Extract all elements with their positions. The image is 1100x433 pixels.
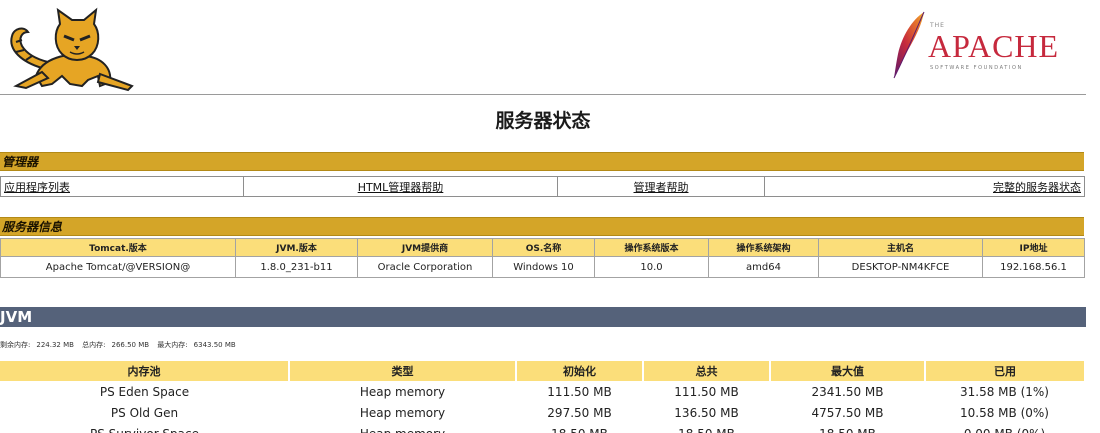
link-complete-server-status[interactable]: 完整的服务器状态 xyxy=(993,181,1081,194)
col-ip-address: IP地址 xyxy=(982,238,1085,257)
table-row: PS Survivor Space Heap memory 18.50 MB 1… xyxy=(0,423,1084,433)
link-manager-help[interactable]: 管理者帮助 xyxy=(634,181,689,194)
pool-used: 0.00 MB (0%) xyxy=(925,423,1084,433)
hostname-value: DESKTOP-NM4KFCE xyxy=(818,256,983,278)
os-version-value: 10.0 xyxy=(594,256,709,278)
col-os-version: 操作系统版本 xyxy=(594,238,709,257)
apache-logo[interactable]: THE APACHE SOFTWARE FOUNDATION xyxy=(886,10,1086,82)
jvm-vendor-value: Oracle Corporation xyxy=(357,256,493,278)
manager-section-header: 管理器 xyxy=(0,152,1084,171)
free-memory-label: 剩余内存: xyxy=(0,341,31,349)
pool-initial: 111.50 MB xyxy=(547,384,612,399)
col-os-arch: 操作系统架构 xyxy=(708,238,819,257)
col-total: 总共 xyxy=(642,361,770,381)
pool-name: PS Old Gen xyxy=(110,405,179,420)
memory-pools-header-row: 内存池 类型 初始化 总共 最大值 已用 xyxy=(0,361,1084,381)
page-header: THE APACHE SOFTWARE FOUNDATION xyxy=(0,0,1086,96)
link-html-manager-help[interactable]: HTML管理器帮助 xyxy=(358,181,444,194)
col-used: 已用 xyxy=(924,361,1084,381)
pool-used: 31.58 MB (1%) xyxy=(960,384,1049,399)
os-name-value: Windows 10 xyxy=(492,256,595,278)
pool-used: 10.58 MB (0%) xyxy=(960,405,1049,420)
free-memory-value: 224.32 MB xyxy=(36,341,74,349)
col-memory-pool: 内存池 xyxy=(0,361,289,381)
col-tomcat-version: Tomcat.版本 xyxy=(0,238,236,257)
pool-max: 2341.50 MB xyxy=(811,384,884,399)
pool-max: 4757.50 MB xyxy=(811,405,884,420)
pool-type: Heap memory xyxy=(359,405,446,420)
pool-name: PS Survivor Space xyxy=(0,423,289,433)
col-jvm-version: JVM.版本 xyxy=(235,238,358,257)
col-jvm-vendor: JVM提供商 xyxy=(357,238,493,257)
max-memory-value: 6343.50 MB xyxy=(193,341,236,349)
server-info-section-header: 服务器信息 xyxy=(0,217,1084,236)
col-type: 类型 xyxy=(288,361,516,381)
header-divider xyxy=(0,94,1086,95)
server-status-page: THE APACHE SOFTWARE FOUNDATION 服务器状态 管理器… xyxy=(0,0,1100,433)
pool-total: 136.50 MB xyxy=(674,405,739,420)
pool-initial: 297.50 MB xyxy=(547,405,612,420)
page-title: 服务器状态 xyxy=(495,110,591,132)
total-memory-label: 总内存: xyxy=(82,341,106,349)
pool-initial: 18.50 MB xyxy=(516,423,643,433)
ip-address-value: 192.168.56.1 xyxy=(982,256,1085,278)
jvm-section-header: JVM xyxy=(0,307,1086,327)
tomcat-logo-icon[interactable] xyxy=(2,6,142,92)
pool-name: PS Eden Space xyxy=(99,384,190,399)
memory-pools-table: 内存池 类型 初始化 总共 最大值 已用 PS Eden Space Heap … xyxy=(0,361,1084,433)
server-info-header-row: Tomcat.版本 JVM.版本 JVM提供商 OS.名称 操作系统版本 操作系… xyxy=(0,238,1085,257)
manager-links-table: 应用程序列表 HTML管理器帮助 管理者帮助 完整的服务器状态 xyxy=(0,176,1085,197)
total-memory-value: 266.50 MB xyxy=(111,341,150,349)
table-row: PS Old Gen Heap memory 297.50 MB 136.50 … xyxy=(0,402,1084,423)
server-info-value-row: Apache Tomcat/@VERSION@ 1.8.0_231-b11 Or… xyxy=(0,256,1085,278)
pool-total: 18.50 MB xyxy=(643,423,770,433)
os-arch-value: amd64 xyxy=(708,256,819,278)
col-maximum: 最大值 xyxy=(769,361,925,381)
pool-total: 111.50 MB xyxy=(674,384,739,399)
apache-subtitle: SOFTWARE FOUNDATION xyxy=(930,65,1023,71)
table-row: PS Eden Space Heap memory 111.50 MB 111.… xyxy=(0,381,1084,402)
tomcat-version-value: Apache Tomcat/@VERSION@ xyxy=(0,256,236,278)
jvm-memory-summary: 剩余内存: 224.32 MB 总内存: 266.50 MB 最大内存: 6343.5… xyxy=(0,340,1086,350)
col-os-name: OS.名称 xyxy=(492,238,595,257)
col-hostname: 主机名 xyxy=(818,238,983,257)
jvm-version-value: 1.8.0_231-b11 xyxy=(235,256,358,278)
col-initial: 初始化 xyxy=(515,361,643,381)
pool-type: Heap memory xyxy=(359,384,446,399)
server-info-table: Tomcat.版本 JVM.版本 JVM提供商 OS.名称 操作系统版本 操作系… xyxy=(0,238,1085,278)
pool-type: Heap memory xyxy=(289,423,516,433)
link-app-list[interactable]: 应用程序列表 xyxy=(4,181,70,194)
max-memory-label: 最大内存: xyxy=(157,341,188,349)
apache-wordmark: APACHE xyxy=(928,28,1060,64)
apache-feather-icon xyxy=(893,11,925,79)
pool-max: 18.50 MB xyxy=(770,423,925,433)
